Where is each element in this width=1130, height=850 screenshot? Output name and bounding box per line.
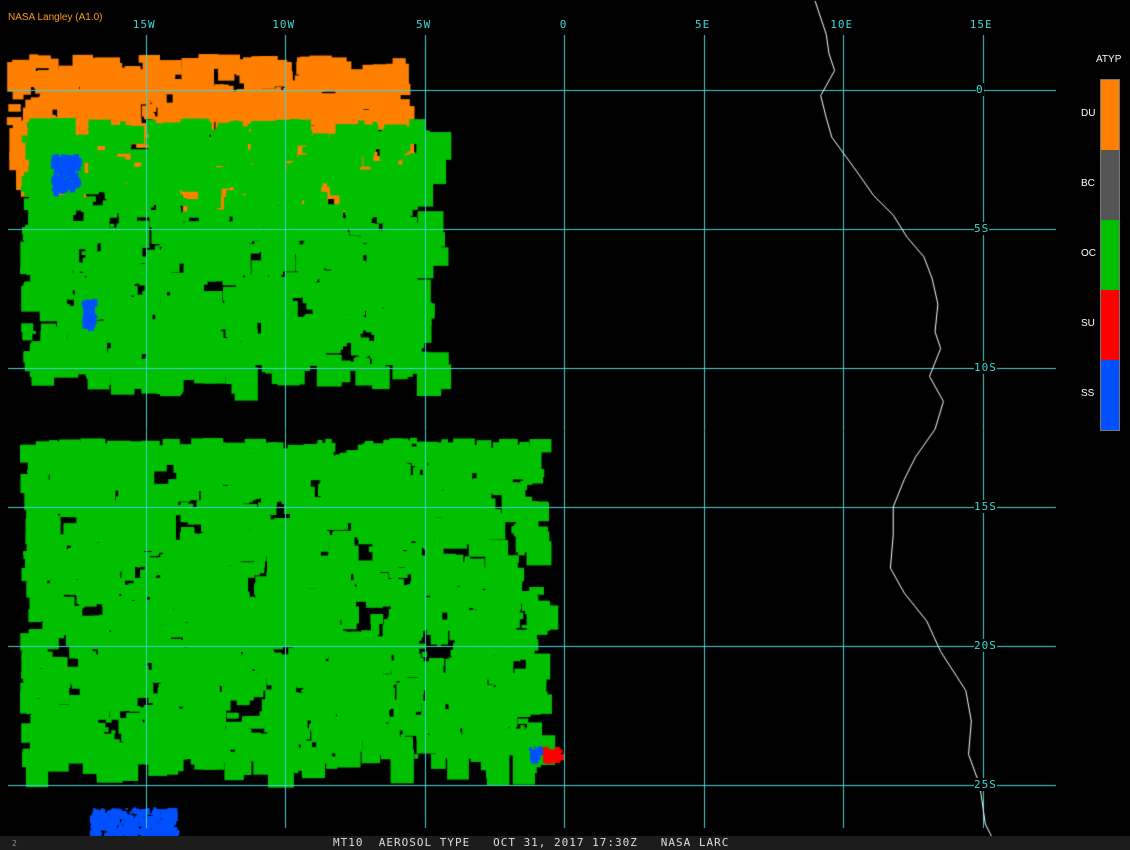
latitude-label: 0 xyxy=(976,83,984,96)
latitude-label: 10S xyxy=(974,361,997,374)
longitude-label: 5E xyxy=(695,18,711,31)
legend-label-oc: OC xyxy=(1081,248,1096,259)
latitude-label: 15S xyxy=(974,500,997,513)
longitude-label: 10W xyxy=(272,18,296,31)
legend-swatch-su xyxy=(1101,290,1119,360)
legend-title: ATYP xyxy=(1096,54,1122,65)
longitude-label: 15W xyxy=(132,18,156,31)
longitude-label: 0 xyxy=(559,18,568,31)
latitude-label: 25S xyxy=(974,778,997,791)
legend-label-bc: BC xyxy=(1081,178,1095,189)
latitude-label: 20S xyxy=(974,639,997,652)
longitude-label: 10E xyxy=(830,18,854,31)
legend-swatch-oc xyxy=(1101,220,1119,290)
legend-label-su: SU xyxy=(1081,318,1095,329)
aerosol-map xyxy=(0,0,1130,850)
legend-swatch-du xyxy=(1101,80,1119,150)
legend-swatch-ss xyxy=(1101,360,1119,430)
status-text: MT10 AEROSOL TYPE OCT 31, 2017 17:30Z NA… xyxy=(333,836,730,849)
legend-label-du: DU xyxy=(1081,108,1096,119)
longitude-label: 5W xyxy=(416,18,432,31)
legend-label-ss: SS xyxy=(1081,388,1095,399)
legend-swatch-bc xyxy=(1101,150,1119,220)
longitude-label: 15E xyxy=(969,18,993,31)
frame-number: 2 xyxy=(12,839,17,848)
legend-color-bar xyxy=(1100,79,1120,431)
latitude-label: 5S xyxy=(974,222,990,235)
credit-label: NASA Langley (A1.0) xyxy=(8,12,103,23)
